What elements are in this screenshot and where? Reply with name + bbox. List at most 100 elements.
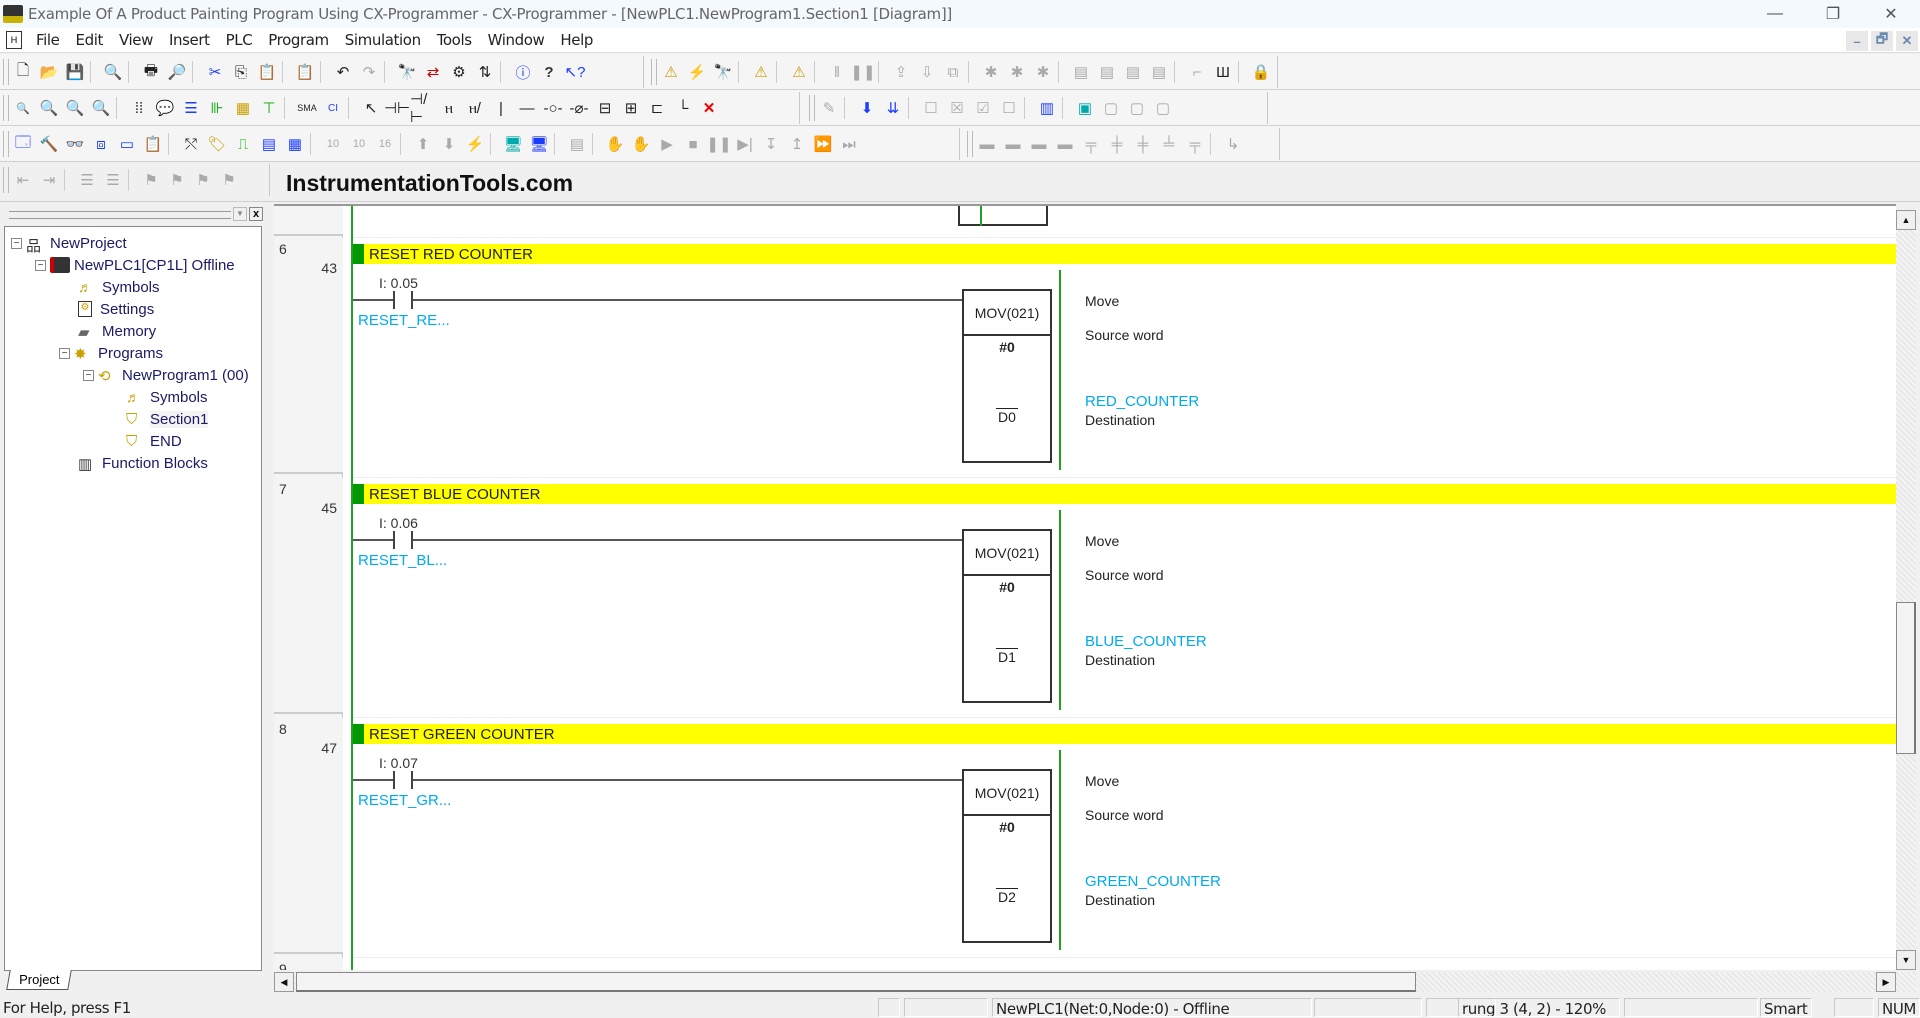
vertical-scroll-thumb[interactable] bbox=[1896, 602, 1916, 754]
zoom-out-icon[interactable]: 🔍 bbox=[88, 95, 114, 121]
gutter-cell[interactable]: 7 45 bbox=[274, 478, 343, 714]
close-button[interactable]: ✕ bbox=[1862, 0, 1920, 28]
online-warning-icon[interactable]: ⚠ bbox=[748, 59, 774, 85]
monitor-table-icon[interactable]: ▥ bbox=[1034, 95, 1060, 121]
minimize-button[interactable]: — bbox=[1746, 0, 1804, 28]
decimal-off-icon[interactable]: 10 bbox=[346, 131, 372, 157]
fast-forward-icon[interactable]: ⏩ bbox=[810, 131, 836, 157]
sim-lock-icon[interactable]: 🖥 bbox=[500, 131, 526, 157]
tree-node-symbols[interactable]: ♬ Symbols bbox=[78, 277, 160, 297]
sma-icon[interactable]: SMA bbox=[294, 95, 320, 121]
ci-icon[interactable]: CI bbox=[320, 95, 346, 121]
indent-icon[interactable]: ⇥ bbox=[36, 167, 62, 193]
rung-comment[interactable]: RESET BLUE COUNTER bbox=[353, 484, 1896, 504]
grid-icon[interactable]: ⁞⁞ bbox=[126, 95, 152, 121]
hand-icon[interactable]: ✋ bbox=[602, 131, 628, 157]
cross-reference-icon[interactable]: ⇅ bbox=[472, 59, 498, 85]
menu-window[interactable]: Window bbox=[480, 31, 553, 49]
tree-node-plc[interactable]: − NewPLC1[CP1L] Offline bbox=[35, 255, 235, 275]
net-4-icon[interactable]: ╧ bbox=[1156, 131, 1182, 157]
tree-node-end[interactable]: ⛉ END bbox=[126, 431, 182, 451]
output-window-icon[interactable]: ▭ bbox=[114, 131, 140, 157]
vertical-line-icon[interactable]: | bbox=[488, 95, 514, 121]
move-down-icon[interactable]: ⬇ bbox=[436, 131, 462, 157]
compare-plc-icon[interactable]: ⧉ bbox=[940, 59, 966, 85]
align2-icon[interactable]: ☰ bbox=[100, 167, 126, 193]
save-icon[interactable]: 💾 bbox=[62, 59, 88, 85]
io-table-icon[interactable]: ▤ bbox=[1068, 59, 1094, 85]
document-icon[interactable]: H bbox=[6, 31, 22, 49]
project-window-icon[interactable]: 🗔 bbox=[10, 131, 36, 157]
find-warning-icon[interactable]: 🔭 bbox=[710, 59, 736, 85]
collapse-icon[interactable]: − bbox=[83, 369, 94, 381]
mdi-minimize-button[interactable]: – bbox=[1846, 31, 1868, 51]
pause-disabled-icon[interactable]: ‖ bbox=[824, 59, 850, 85]
menu-view[interactable]: View bbox=[111, 31, 161, 49]
cut-icon[interactable]: ✂ bbox=[202, 59, 228, 85]
select-pointer-icon[interactable]: ↖ bbox=[358, 95, 384, 121]
pane-grip[interactable] bbox=[9, 211, 231, 219]
menu-simulation[interactable]: Simulation bbox=[337, 31, 429, 49]
scroll-up-button[interactable]: ▲ bbox=[1896, 210, 1916, 230]
instruction-icon[interactable]: ⊟ bbox=[592, 95, 618, 121]
vertical-scrollbar[interactable]: ▲ ▼ bbox=[1896, 210, 1916, 970]
return-icon[interactable]: ↳ bbox=[1220, 131, 1246, 157]
paste-special-icon[interactable]: 📋 bbox=[292, 59, 318, 85]
online-edit-icon[interactable]: ✎ bbox=[816, 95, 842, 121]
ladder-diagram[interactable]: 6 43 7 45 8 47 9 RESET RED COUNTER I: 0.… bbox=[274, 204, 1896, 970]
ladder-rung[interactable]: RESET RED COUNTER I: 0.05 RESET_RE... MO… bbox=[353, 244, 1896, 474]
copy-icon[interactable]: ⎘ bbox=[228, 59, 254, 85]
horizontal-scroll-thumb[interactable] bbox=[296, 972, 1416, 992]
ladder-rung[interactable]: RESET BLUE COUNTER I: 0.06 RESET_BL... M… bbox=[353, 484, 1896, 714]
pane-close-button[interactable]: x bbox=[249, 207, 263, 221]
io-table-2-icon[interactable]: ▤ bbox=[1094, 59, 1120, 85]
gutter-cell[interactable]: 6 43 bbox=[274, 238, 343, 474]
gutter-cell[interactable]: 8 47 bbox=[274, 718, 343, 954]
compare-icon[interactable]: ⚙ bbox=[446, 59, 472, 85]
step-out-icon[interactable]: ↥ bbox=[784, 131, 810, 157]
plc-3-icon[interactable]: ▬ bbox=[1026, 131, 1052, 157]
contact-no-element[interactable] bbox=[393, 771, 413, 789]
mark-2-icon[interactable]: ☒ bbox=[944, 95, 970, 121]
section-icon[interactable]: ⎍ bbox=[230, 131, 256, 157]
mark-1-icon[interactable]: ☐ bbox=[918, 95, 944, 121]
tree-node-newprogram1[interactable]: − ⟲ NewProgram1 (00) bbox=[83, 365, 249, 385]
monitor-online-icon[interactable]: ▣ bbox=[1072, 95, 1098, 121]
menu-edit[interactable]: Edit bbox=[68, 31, 111, 49]
scroll-right-button[interactable]: ▶ bbox=[1876, 972, 1896, 992]
prev-instruction-block[interactable] bbox=[958, 206, 1048, 226]
replace-icon[interactable]: ⇄ bbox=[420, 59, 446, 85]
contact-or-nc-icon[interactable]: ⲏ/ bbox=[462, 95, 488, 121]
bookmark-1-icon[interactable]: ⚑ bbox=[138, 167, 164, 193]
stop-icon[interactable]: ■ bbox=[680, 131, 706, 157]
plc-1-icon[interactable]: ▬ bbox=[974, 131, 1000, 157]
decimal-icon[interactable]: 10 bbox=[320, 131, 346, 157]
io-view-icon[interactable]: ▦ bbox=[282, 131, 308, 157]
tab-project[interactable]: Project bbox=[6, 970, 73, 990]
step-icon[interactable]: ▶| bbox=[732, 131, 758, 157]
menu-program[interactable]: Program bbox=[260, 31, 337, 49]
menu-help[interactable]: Help bbox=[552, 31, 601, 49]
mov-instruction-block[interactable]: MOV(021) #0 D2 bbox=[962, 769, 1052, 943]
scroll-left-button[interactable]: ◀ bbox=[274, 972, 294, 992]
sim-window-icon[interactable]: ▤ bbox=[564, 131, 590, 157]
upload-icon[interactable]: ⇪ bbox=[888, 59, 914, 85]
horizontal-line-icon[interactable]: — bbox=[514, 95, 540, 121]
io-icon[interactable]: Ш bbox=[1210, 59, 1236, 85]
tree-node-program-symbols[interactable]: ♬ Symbols bbox=[126, 387, 208, 407]
memory-view-icon[interactable]: ▤ bbox=[256, 131, 282, 157]
lock-icon[interactable]: 🔒 bbox=[1248, 59, 1274, 85]
memory-transfer-icon[interactable]: ✱ bbox=[1004, 59, 1030, 85]
hand-gear-icon[interactable]: ✋ bbox=[628, 131, 654, 157]
zoom-in-icon[interactable]: 🔍 bbox=[62, 95, 88, 121]
pause-sim-icon[interactable]: ❚❚ bbox=[706, 131, 732, 157]
monitor-1-icon[interactable]: ▢ bbox=[1098, 95, 1124, 121]
force-icon[interactable]: ⚡ bbox=[462, 131, 488, 157]
compile-disabled-icon[interactable]: ⚡ bbox=[684, 59, 710, 85]
coil-icon[interactable]: -○- bbox=[540, 95, 566, 121]
play-icon[interactable]: ▶ bbox=[654, 131, 680, 157]
redo-icon[interactable]: ↷ bbox=[356, 59, 382, 85]
ladder-rung[interactable]: RESET GREEN COUNTER I: 0.07 RESET_GR... … bbox=[353, 724, 1896, 954]
menu-tools[interactable]: Tools bbox=[429, 31, 480, 49]
tree-view-icon[interactable]: ⊤ bbox=[256, 95, 282, 121]
